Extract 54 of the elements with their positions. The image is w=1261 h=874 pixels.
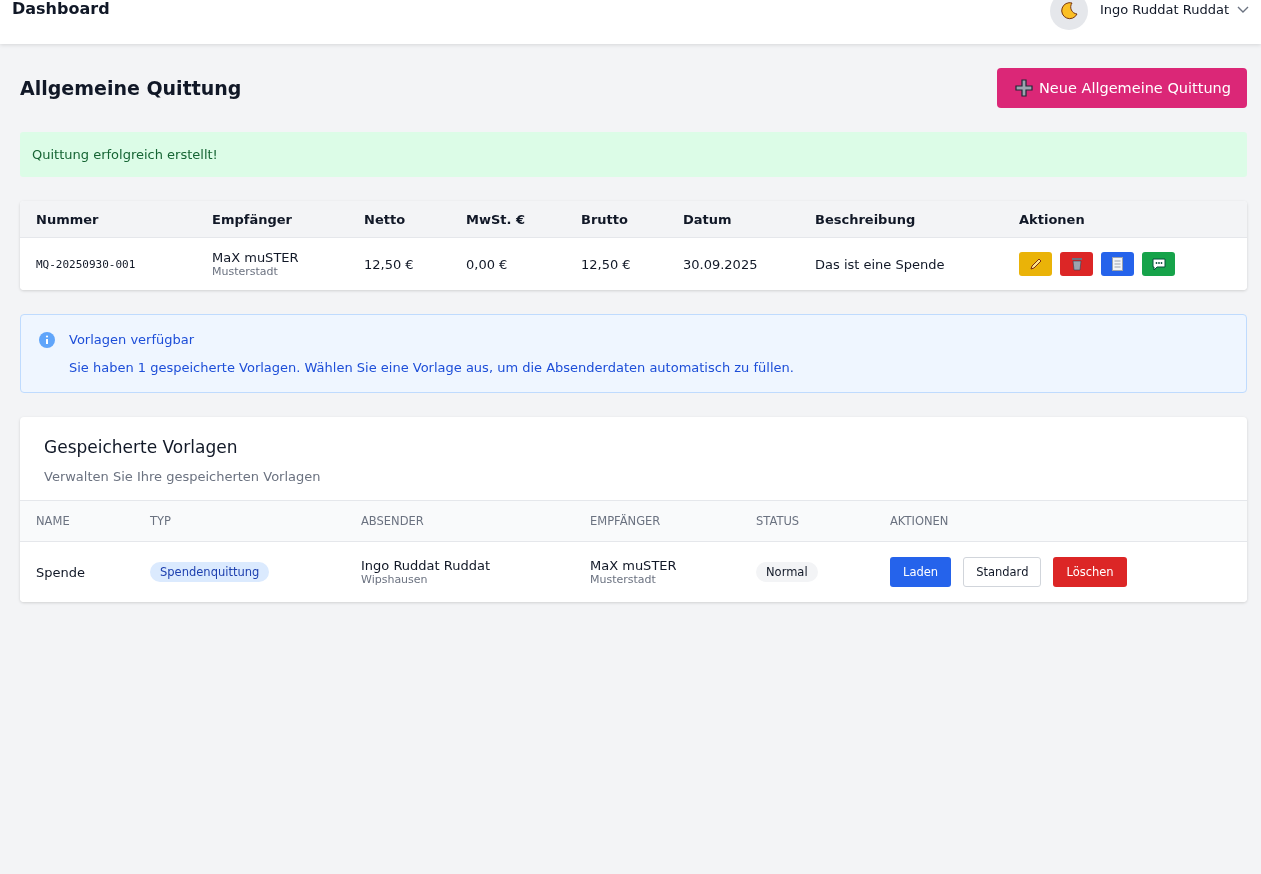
column-header: EMPFÄNGER xyxy=(590,514,662,528)
speech-bubble-icon xyxy=(1151,257,1166,271)
delete-button[interactable] xyxy=(1060,252,1093,276)
sender-name: Ingo Ruddat Ruddat xyxy=(361,558,492,573)
pencil-icon xyxy=(1028,257,1043,271)
table-cell-text: 0,00 € xyxy=(466,256,509,272)
template-action-button[interactable]: Standard xyxy=(963,557,1042,587)
table-cell-text: 12,50 € xyxy=(364,256,415,272)
status-tag: Normal xyxy=(756,562,818,582)
receipt-number: MQ-20250930-001 xyxy=(36,257,137,271)
type-tag: Spendenquittung xyxy=(150,562,270,582)
new-receipt-button[interactable]: Neue Allgemeine Quittung xyxy=(997,68,1247,108)
table-cell-text: 12,50 € xyxy=(581,256,632,272)
card-subtitle: Verwalten Sie Ihre gespeicherten Vorlagen xyxy=(44,469,322,484)
trash-icon xyxy=(1070,257,1083,271)
column-header: TYP xyxy=(150,514,172,528)
column-header: Nummer xyxy=(36,211,100,227)
column-header: Netto xyxy=(364,211,407,227)
recipient-name: MaX muSTER xyxy=(212,250,300,265)
column-header: Empfänger xyxy=(212,211,293,227)
app-title: Dashboard xyxy=(12,0,110,18)
document-button[interactable] xyxy=(1101,252,1134,276)
info-text: Sie haben 1 gespeicherte Vorlagen. Wählen Sie eine Vorlage aus, um die Absenderdaten automatisch zu füllen. xyxy=(69,360,795,375)
table-cell-text: Das ist eine Spende xyxy=(815,256,946,272)
table-cell-text: 30.09.2025 xyxy=(683,256,759,272)
moon-icon xyxy=(1059,2,1078,20)
column-header: STATUS xyxy=(756,514,801,528)
template-action-button[interactable]: Laden xyxy=(890,557,952,587)
page-title: Allgemeine Quittung xyxy=(20,77,242,99)
template-name: Spende xyxy=(36,564,86,580)
template-action-button[interactable]: Löschen xyxy=(1053,557,1127,587)
column-header: MwSt. € xyxy=(466,211,527,227)
message-button[interactable] xyxy=(1142,252,1175,276)
edit-button[interactable] xyxy=(1019,252,1052,276)
column-header: Aktionen xyxy=(1019,211,1086,227)
plus-icon xyxy=(1015,79,1033,97)
info-icon xyxy=(39,332,55,348)
theme-toggle[interactable] xyxy=(1049,0,1088,30)
recipient-city: Musterstadt xyxy=(212,265,279,278)
column-header: Beschreibung xyxy=(815,211,917,227)
recipient-city: Musterstadt xyxy=(590,573,657,586)
document-icon xyxy=(1112,257,1123,271)
column-header: NAME xyxy=(36,514,71,528)
user-menu[interactable]: Ingo Ruddat Ruddat xyxy=(1099,2,1249,17)
column-header: ABSENDER xyxy=(361,514,425,528)
recipient-name: MaX muSTER xyxy=(590,558,678,573)
success-alert: Quittung erfolgreich erstellt! xyxy=(20,132,1247,177)
card-title: Gespeicherte Vorlagen xyxy=(44,437,239,457)
chevron-down-icon xyxy=(1237,5,1249,14)
column-header: Brutto xyxy=(581,211,629,227)
info-title: Vorlagen verfügbar xyxy=(69,332,196,348)
column-header: Datum xyxy=(683,211,733,227)
column-header: AKTIONEN xyxy=(890,514,950,528)
sender-city: Wipshausen xyxy=(361,573,429,586)
